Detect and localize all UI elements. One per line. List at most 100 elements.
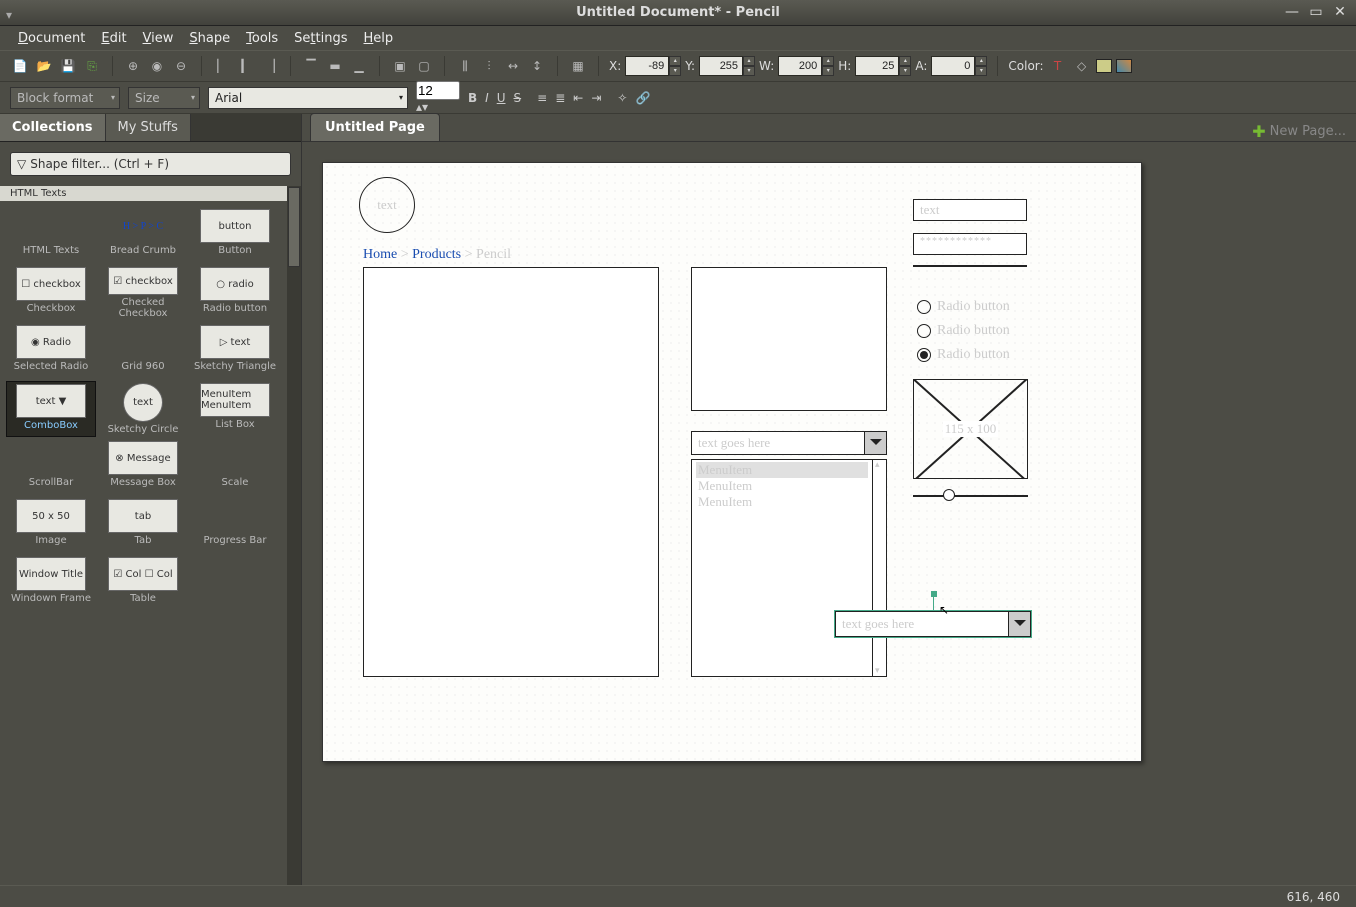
clear-format-icon[interactable]: ✧: [617, 91, 627, 105]
fill-color-swatch[interactable]: [1116, 59, 1132, 73]
shape-stencil[interactable]: 50 x 50Image: [6, 497, 96, 553]
radio-shape-3[interactable]: Radio button: [917, 347, 1010, 363]
size-combo[interactable]: Size▾: [128, 87, 200, 109]
menu-edit[interactable]: Edit: [93, 28, 134, 49]
align-bottom-icon[interactable]: ▁: [349, 56, 369, 76]
shape-stencil[interactable]: ☑ Col ☐ ColTable: [98, 555, 188, 611]
page-tab-active[interactable]: Untitled Page: [310, 113, 440, 141]
shape-stencil[interactable]: H > P > CBread Crumb: [98, 207, 188, 263]
shape-stencil[interactable]: Progress Bar: [190, 497, 280, 553]
rect-shape-1[interactable]: [363, 267, 659, 677]
dist-h-icon[interactable]: ⫼: [455, 56, 475, 76]
italic-icon[interactable]: I: [485, 91, 489, 105]
list-item[interactable]: MenuItem: [696, 462, 868, 478]
export-icon[interactable]: ⎘: [82, 56, 102, 76]
menu-settings[interactable]: Settings: [286, 28, 355, 49]
a-input[interactable]: [931, 56, 975, 76]
shape-stencil[interactable]: Window TitleWindown Frame: [6, 555, 96, 611]
x-up[interactable]: ▴: [669, 56, 681, 66]
shape-stencil[interactable]: tabTab: [98, 497, 188, 553]
bold-icon[interactable]: B: [468, 91, 477, 105]
list-item[interactable]: MenuItem: [696, 494, 868, 510]
shape-stencil[interactable]: textSketchy Circle: [98, 381, 188, 437]
tab-collections[interactable]: Collections: [0, 114, 106, 141]
dist-v-icon[interactable]: ⫶: [479, 56, 499, 76]
slider-shape[interactable]: [913, 495, 1028, 497]
shape-stencil[interactable]: ▷ textSketchy Triangle: [190, 323, 280, 379]
align-left-icon[interactable]: ▏: [212, 56, 232, 76]
strike-icon[interactable]: S: [514, 91, 522, 105]
new-doc-icon[interactable]: 📄: [10, 56, 30, 76]
maximize-button[interactable]: ▭: [1306, 5, 1326, 21]
shape-stencil[interactable]: MenuItem MenuItemList Box: [190, 381, 280, 437]
text-color-icon[interactable]: T: [1048, 56, 1068, 76]
rect-shape-2[interactable]: [691, 267, 887, 411]
list-scrollbar[interactable]: [872, 460, 886, 676]
menu-tools[interactable]: Tools: [238, 28, 286, 49]
list-item[interactable]: MenuItem: [696, 478, 868, 494]
menu-view[interactable]: View: [135, 28, 182, 49]
w-input[interactable]: [778, 56, 822, 76]
shape-stencil[interactable]: Scale: [190, 439, 280, 495]
combo-shape-selected[interactable]: text goes here: [835, 611, 1031, 637]
same-width-icon[interactable]: ↔: [503, 56, 523, 76]
shape-stencil[interactable]: ○ radioRadio button: [190, 265, 280, 321]
selection-handle[interactable]: [933, 591, 934, 611]
open-icon[interactable]: 📂: [34, 56, 54, 76]
align-right-icon[interactable]: ▕: [260, 56, 280, 76]
canvas-viewport[interactable]: text Home > Products > Pencil text *****…: [302, 142, 1356, 885]
align-middle-icon[interactable]: ▬: [325, 56, 345, 76]
zoom-in-icon[interactable]: ⊕: [123, 56, 143, 76]
sketchy-circle-shape[interactable]: text: [359, 177, 415, 233]
ul-icon[interactable]: ≡: [537, 91, 547, 105]
outdent-icon[interactable]: ⇤: [573, 91, 583, 105]
tab-mystuffs[interactable]: My Stuffs: [106, 114, 191, 141]
shape-stencil[interactable]: ☐ checkboxCheckbox: [6, 265, 96, 321]
bring-front-icon[interactable]: ▣: [390, 56, 410, 76]
shape-stencil[interactable]: Grid 960: [98, 323, 188, 379]
radio-shape-2[interactable]: Radio button: [917, 323, 1010, 339]
font-size-input[interactable]: [416, 81, 460, 100]
x-down[interactable]: ▾: [669, 66, 681, 76]
send-back-icon[interactable]: ▢: [414, 56, 434, 76]
y-input[interactable]: [699, 56, 743, 76]
text-input-shape[interactable]: text: [913, 199, 1027, 221]
radio-shape-1[interactable]: Radio button: [917, 299, 1010, 315]
combo-shape-1[interactable]: text goes here: [691, 431, 887, 455]
close-button[interactable]: ✕: [1330, 5, 1350, 21]
shape-stencil[interactable]: HTML Texts: [6, 207, 96, 263]
link-icon[interactable]: 🔗: [635, 91, 650, 105]
same-height-icon[interactable]: ↕: [527, 56, 547, 76]
indent-icon[interactable]: ⇥: [591, 91, 601, 105]
new-page-button[interactable]: ✚New Page...: [1252, 122, 1346, 141]
align-center-icon[interactable]: ▎: [236, 56, 256, 76]
align-top-icon[interactable]: ▔: [301, 56, 321, 76]
listbox-shape[interactable]: MenuItem MenuItem MenuItem: [691, 459, 887, 677]
shape-stencil[interactable]: ◉ RadioSelected Radio: [6, 323, 96, 379]
password-input-shape[interactable]: ************: [913, 233, 1027, 255]
shape-stencil[interactable]: ☑ checkboxChecked Checkbox: [98, 265, 188, 321]
h-input[interactable]: [855, 56, 899, 76]
zoom-reset-icon[interactable]: ◉: [147, 56, 167, 76]
breadcrumb-shape[interactable]: Home > Products > Pencil: [363, 247, 511, 263]
canvas[interactable]: text Home > Products > Pencil text *****…: [322, 162, 1142, 762]
block-format-combo[interactable]: Block format▾: [10, 87, 120, 109]
sidebar-scrollbar[interactable]: [287, 186, 301, 885]
app-menu-icon[interactable]: ▾: [6, 8, 16, 18]
shape-stencil[interactable]: ScrollBar: [6, 439, 96, 495]
group-icon[interactable]: ▦: [568, 56, 588, 76]
menu-help[interactable]: Help: [356, 28, 402, 49]
no-fill-icon[interactable]: ◇: [1072, 56, 1092, 76]
minimize-button[interactable]: —: [1282, 5, 1302, 21]
menu-document[interactable]: Document: [10, 28, 93, 49]
stroke-color-swatch[interactable]: [1096, 59, 1112, 73]
x-input[interactable]: [625, 56, 669, 76]
zoom-out-icon[interactable]: ⊖: [171, 56, 191, 76]
shape-stencil[interactable]: buttonButton: [190, 207, 280, 263]
font-combo[interactable]: Arial▾: [208, 87, 408, 109]
hrule-shape[interactable]: [913, 265, 1027, 267]
shape-stencil[interactable]: text ▼ComboBox: [6, 381, 96, 437]
underline-icon[interactable]: U: [497, 91, 506, 105]
menu-shape[interactable]: Shape: [181, 28, 238, 49]
save-icon[interactable]: 💾: [58, 56, 78, 76]
